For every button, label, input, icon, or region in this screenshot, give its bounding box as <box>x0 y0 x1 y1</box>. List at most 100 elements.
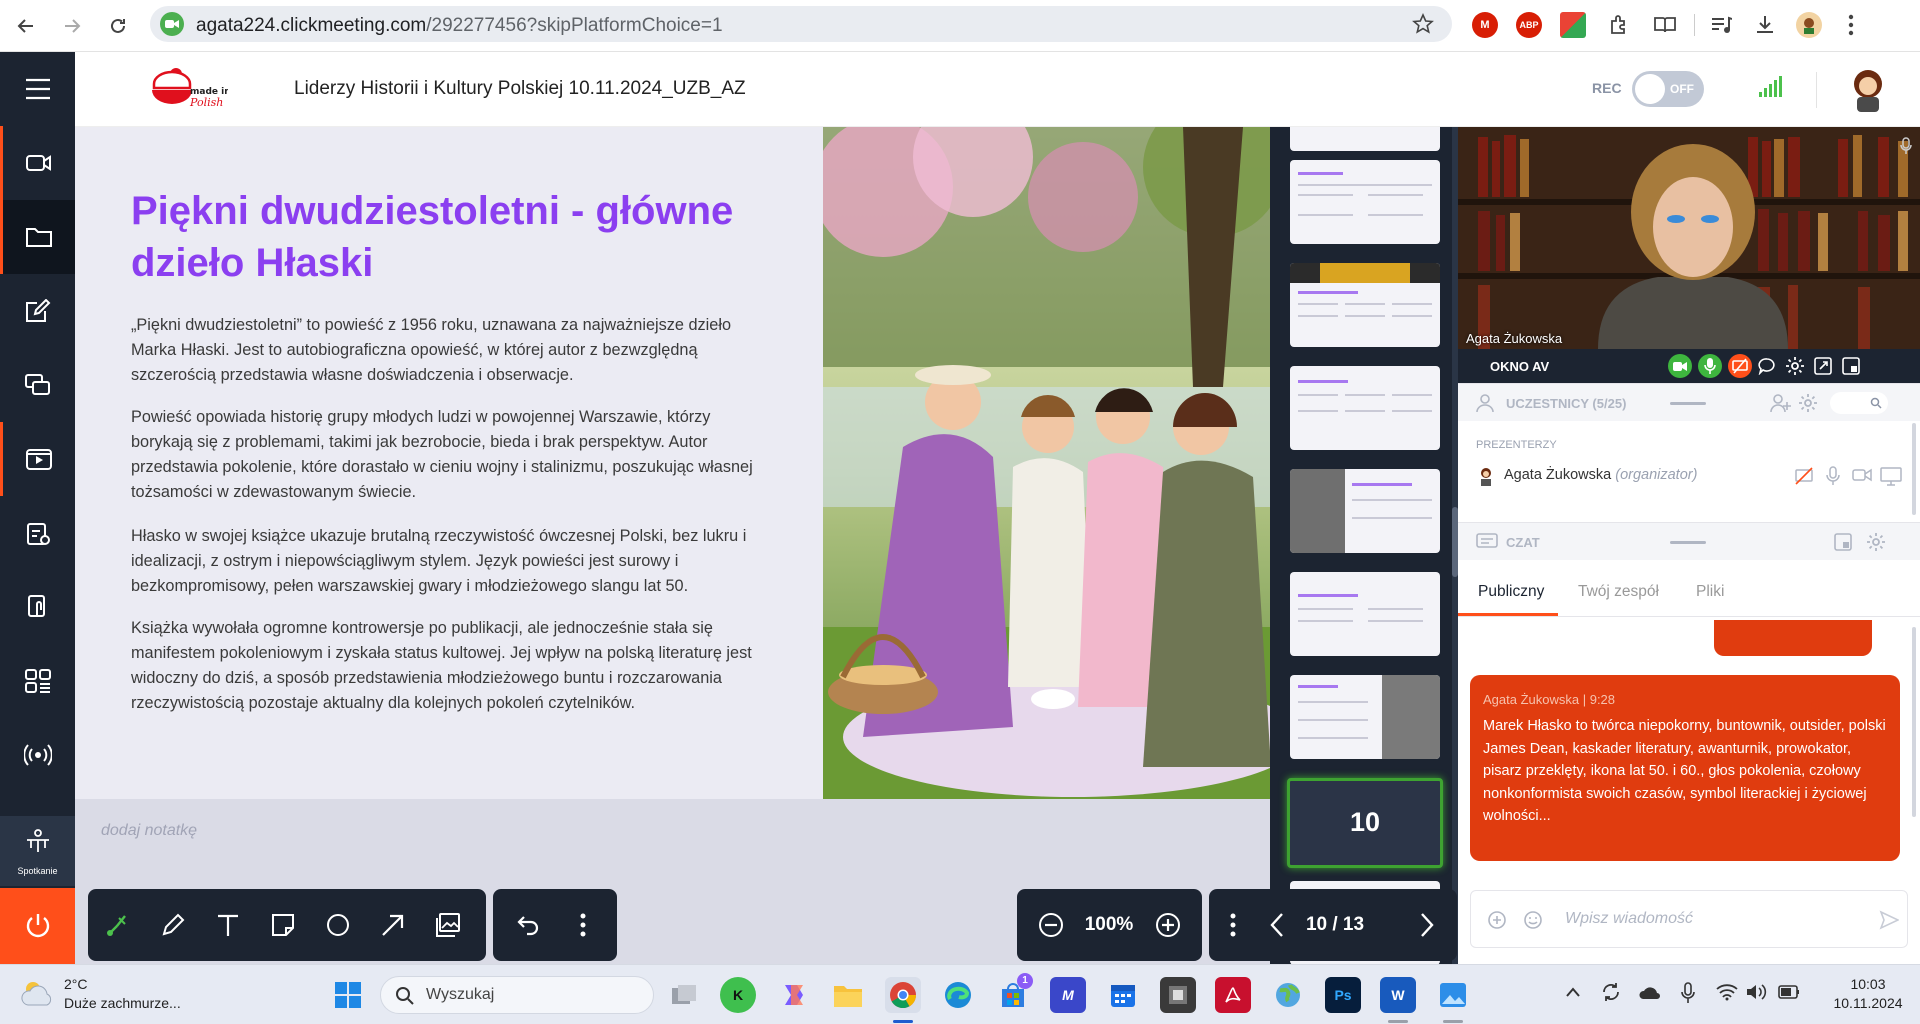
browser-menu-icon[interactable] <box>1848 14 1854 41</box>
wifi-icon[interactable] <box>1716 983 1738 1006</box>
clock-date[interactable]: 10.11.2024 <box>1828 995 1908 1011</box>
sidebar-item-tests[interactable] <box>0 570 75 644</box>
sticky-note-tool-icon[interactable] <box>265 907 301 943</box>
tray-overflow-chevron-icon[interactable] <box>1565 985 1581 1003</box>
chat-settings-icon[interactable] <box>1866 532 1886 557</box>
laser-pointer-tool-icon[interactable] <box>100 907 136 943</box>
media-queue-icon[interactable] <box>1708 12 1734 38</box>
acrobat-app-icon[interactable] <box>1215 977 1251 1013</box>
chat-input-placeholder[interactable]: Wpisz wiadomość <box>1565 910 1693 928</box>
file-explorer-app-icon[interactable] <box>830 977 866 1013</box>
slide-thumbnail[interactable] <box>1290 675 1440 759</box>
circle-shape-tool-icon[interactable] <box>320 907 356 943</box>
emoji-icon[interactable] <box>1523 910 1543 935</box>
chat-input-box[interactable]: Wpisz wiadomość <box>1470 890 1908 948</box>
slide-thumbnail[interactable] <box>1290 366 1440 450</box>
participants-header[interactable]: UCZESTNICY (5/25) <box>1458 383 1920 421</box>
screen-share-off-icon[interactable] <box>1728 354 1752 378</box>
more-options-icon[interactable] <box>565 907 601 943</box>
slide-thumbnail[interactable] <box>1290 263 1440 347</box>
address-bar[interactable]: agata224.clickmeeting.com/292277456?skip… <box>150 6 1452 42</box>
word-app-icon[interactable]: W <box>1380 977 1416 1013</box>
download-icon[interactable] <box>1752 12 1778 38</box>
copilot-app-icon[interactable] <box>776 977 812 1013</box>
photos-app-icon[interactable] <box>1435 977 1471 1013</box>
bookmark-star-icon[interactable] <box>1412 13 1434 40</box>
tab-team[interactable]: Twój zespół <box>1578 583 1659 601</box>
undo-icon[interactable] <box>510 907 546 943</box>
adblock-extension-icon[interactable]: ABP <box>1516 12 1542 38</box>
microphone-tray-icon[interactable] <box>1680 981 1696 1010</box>
weather-cloud-icon[interactable] <box>20 979 56 1012</box>
edge-app-icon[interactable] <box>940 977 976 1013</box>
taskbar-search-box[interactable]: Wyszukaj <box>380 976 654 1014</box>
next-page-icon[interactable] <box>1409 907 1445 943</box>
user-avatar[interactable] <box>1843 64 1893 114</box>
reading-mode-icon[interactable] <box>1652 12 1678 38</box>
kaspersky-app-icon[interactable]: K <box>720 977 756 1013</box>
slide-thumbnail[interactable] <box>1290 127 1440 151</box>
av-settings-gear-icon[interactable] <box>1785 356 1805 381</box>
presenter-mic-icon[interactable] <box>1826 466 1840 491</box>
mega-extension-icon[interactable]: M <box>1472 12 1498 38</box>
sidebar-item-screenshare[interactable] <box>0 348 75 422</box>
calendar-app-icon[interactable] <box>1105 977 1141 1013</box>
slide-thumbnail-current[interactable]: 10 <box>1287 778 1443 868</box>
windows-start-icon[interactable] <box>330 977 366 1013</box>
store-app-icon[interactable]: 1 <box>995 973 1033 1013</box>
chrome-app-icon[interactable] <box>885 977 921 1013</box>
panel-drag-handle[interactable] <box>1670 402 1706 405</box>
presenter-screen-icon[interactable] <box>1880 466 1902 491</box>
slide-thumbnail[interactable] <box>1290 469 1440 553</box>
presenter-screen-off-icon[interactable] <box>1794 466 1814 491</box>
microphone-toggle-icon[interactable] <box>1698 354 1722 378</box>
translate-extension-icon[interactable] <box>1560 12 1586 38</box>
add-attachment-icon[interactable] <box>1487 910 1507 935</box>
panel-drag-handle[interactable] <box>1670 541 1706 544</box>
rec-toggle[interactable]: OFF <box>1632 71 1704 107</box>
camera-toggle-icon[interactable] <box>1668 354 1692 378</box>
sidebar-item-surveys[interactable] <box>0 496 75 570</box>
previous-page-icon[interactable] <box>1259 907 1295 943</box>
media-app-icon[interactable] <box>1160 977 1196 1013</box>
forward-arrow-icon[interactable] <box>56 10 88 42</box>
tab-files[interactable]: Pliki <box>1696 583 1724 601</box>
sidebar-item-meeting[interactable]: Spotkanie <box>0 816 75 886</box>
sidebar-item-media[interactable] <box>0 422 75 496</box>
pencil-tool-icon[interactable] <box>155 907 191 943</box>
detach-window-icon[interactable] <box>1841 356 1861 381</box>
menu-hamburger-icon[interactable] <box>0 52 75 126</box>
math-app-icon[interactable]: M <box>1050 977 1086 1013</box>
reload-icon[interactable] <box>102 10 134 42</box>
text-tool-icon[interactable] <box>210 907 246 943</box>
presenter-row[interactable]: Agata Żukowska (organizator) <box>1476 461 1906 491</box>
add-participant-icon[interactable] <box>1770 393 1792 418</box>
participants-settings-icon[interactable] <box>1798 393 1818 418</box>
sidebar-item-files[interactable] <box>0 200 75 274</box>
clock-time[interactable]: 10:03 <box>1838 976 1898 992</box>
chat-header[interactable]: CZAT <box>1458 522 1920 560</box>
sidebar-item-broadcast[interactable] <box>0 718 75 792</box>
sync-icon[interactable] <box>1600 981 1622 1008</box>
tab-public[interactable]: Publiczny <box>1478 583 1544 601</box>
back-arrow-icon[interactable] <box>10 10 42 42</box>
page-more-options-icon[interactable] <box>1215 907 1251 943</box>
taskbar-search-placeholder[interactable]: Wyszukaj <box>426 986 494 1004</box>
zoom-out-icon[interactable] <box>1033 907 1069 943</box>
presenter-camera-icon[interactable] <box>1852 467 1872 488</box>
participants-scrollbar[interactable] <box>1912 423 1916 515</box>
onedrive-cloud-icon[interactable] <box>1638 983 1662 1006</box>
slide-thumbnail[interactable] <box>1290 160 1440 244</box>
chat-popout-icon[interactable] <box>1833 532 1853 557</box>
zoom-in-icon[interactable] <box>1150 907 1186 943</box>
notes-placeholder[interactable]: dodaj notatkę <box>101 822 197 840</box>
image-insert-tool-icon[interactable] <box>430 907 466 943</box>
extensions-puzzle-icon[interactable] <box>1606 12 1632 38</box>
arrow-tool-icon[interactable] <box>375 907 411 943</box>
profile-avatar-icon[interactable] <box>1796 12 1822 38</box>
sidebar-item-whiteboard[interactable] <box>0 274 75 348</box>
send-icon[interactable] <box>1879 910 1900 935</box>
globe-app-icon[interactable] <box>1270 977 1306 1013</box>
volume-icon[interactable] <box>1745 982 1767 1007</box>
leave-meeting-button[interactable] <box>0 888 75 964</box>
